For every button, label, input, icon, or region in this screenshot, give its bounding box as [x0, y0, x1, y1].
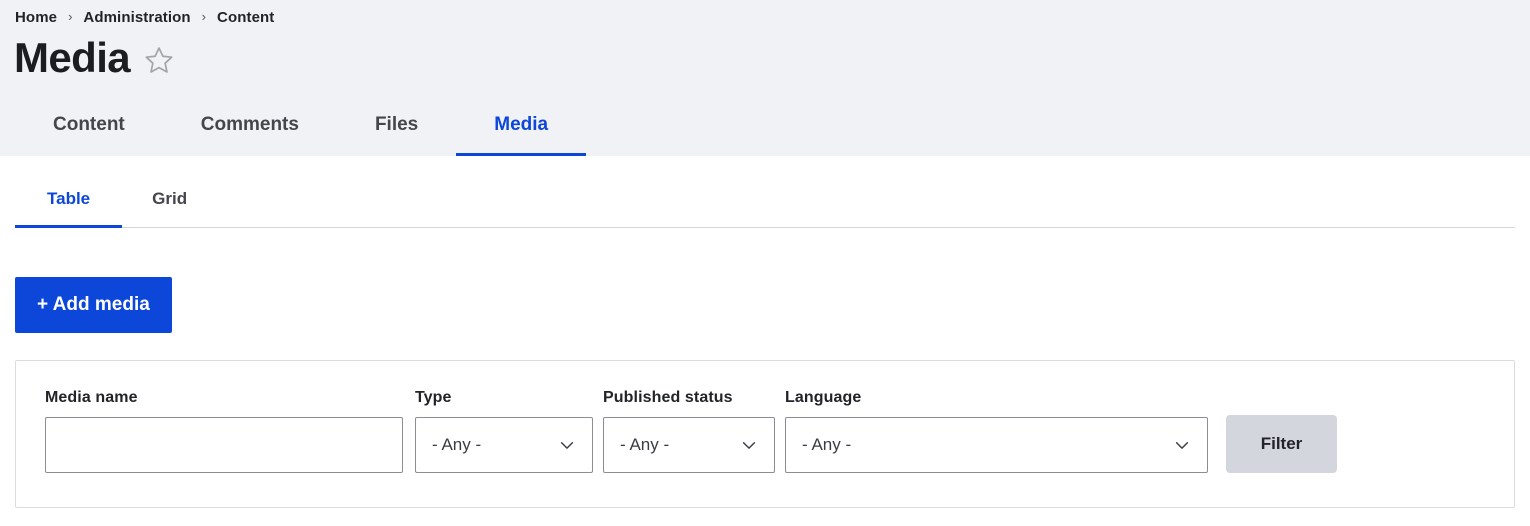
add-media-button[interactable]: + Add media: [15, 277, 172, 333]
media-name-input[interactable]: [45, 417, 403, 473]
type-select-wrap: - Any -: [415, 417, 593, 473]
chevron-down-icon: [1173, 436, 1191, 454]
tab-grid[interactable]: Grid: [122, 180, 217, 228]
type-select-value: - Any -: [432, 435, 482, 454]
type-label: Type: [415, 389, 452, 406]
breadcrumb-separator-icon: ›: [201, 9, 207, 24]
star-outline-icon[interactable]: [143, 44, 175, 76]
media-name-label: Media name: [45, 389, 138, 406]
field-media-name: Media name: [45, 388, 403, 473]
primary-tabs: Content Comments Files Media: [0, 103, 587, 156]
page-title: Media: [14, 34, 131, 81]
field-language: Language - Any -: [785, 388, 1208, 473]
published-status-select-value: - Any -: [620, 435, 670, 454]
language-select-wrap: - Any -: [785, 417, 1208, 473]
tab-table[interactable]: Table: [15, 180, 123, 228]
tab-content[interactable]: Content: [15, 103, 163, 156]
filter-panel: Media name Type - Any - Published status: [15, 360, 1515, 508]
tab-comments[interactable]: Comments: [163, 103, 337, 156]
published-status-select[interactable]: - Any -: [603, 417, 775, 473]
tab-media[interactable]: Media: [456, 103, 587, 156]
filter-button[interactable]: Filter: [1226, 415, 1337, 473]
chevron-down-icon: [740, 436, 758, 454]
language-select[interactable]: - Any -: [785, 417, 1208, 473]
field-published-status: Published status - Any -: [603, 388, 775, 473]
page-header: Home › Administration › Content Media Co…: [0, 0, 1530, 156]
actions-bar: + Add media: [0, 228, 1530, 333]
breadcrumb-item-home[interactable]: Home: [15, 8, 57, 28]
filter-row: Media name Type - Any - Published status: [45, 388, 1485, 473]
breadcrumb: Home › Administration › Content: [0, 0, 1530, 28]
breadcrumb-item-administration[interactable]: Administration: [83, 8, 190, 28]
secondary-tabs: Table Grid: [0, 180, 1530, 228]
language-label: Language: [785, 389, 862, 406]
chevron-down-icon: [558, 436, 576, 454]
published-status-select-wrap: - Any -: [603, 417, 775, 473]
breadcrumb-separator-icon: ›: [68, 9, 73, 24]
field-type: Type - Any -: [415, 388, 593, 473]
type-select[interactable]: - Any -: [415, 417, 593, 473]
breadcrumb-item-content[interactable]: Content: [217, 8, 274, 28]
title-row: Media: [0, 28, 1530, 83]
tab-files[interactable]: Files: [337, 103, 456, 156]
language-select-value: - Any -: [802, 435, 852, 454]
published-status-label: Published status: [603, 389, 733, 406]
